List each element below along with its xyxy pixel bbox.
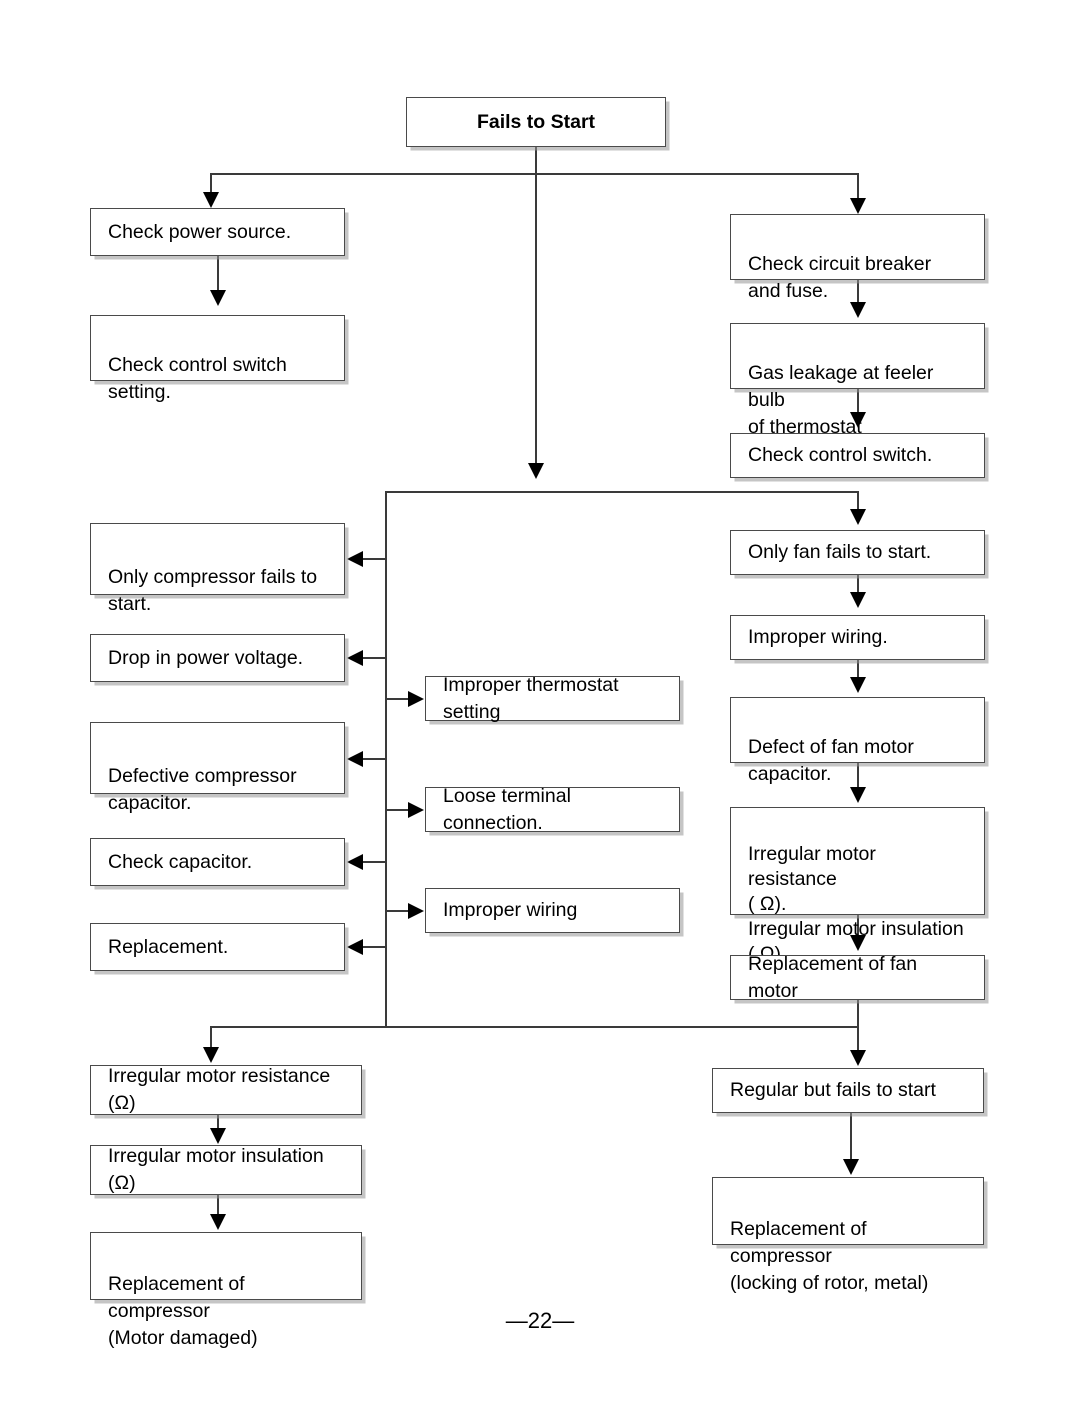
node-label: Irregular motor insulation (Ω) (108, 1145, 324, 1194)
node-irregular-motor-insulation[interactable]: Irregular motor insulation (Ω) (90, 1145, 362, 1195)
connector-regular-to-replacement-compressor (850, 1113, 852, 1161)
connector-trunk-to-improper-thermostat (386, 698, 410, 700)
node-check-circuit-breaker-and-fuse[interactable]: Check circuit breaker and fuse. (730, 214, 985, 302)
connector-trunk-to-defective-compressor (361, 758, 386, 760)
node-check-capacitor[interactable]: Check capacitor. (90, 838, 345, 886)
node-label: Drop in power voltage. (108, 646, 304, 669)
connector-bottom-rail-right-drop (857, 1026, 859, 1052)
node-replacement-of-fan-motor[interactable]: Replacement of fan motor (730, 953, 985, 1002)
connector-trunk-to-loose-terminal (386, 809, 410, 811)
node-label: Only compressor fails to start. (108, 566, 318, 615)
node-label: Improper wiring. (748, 626, 888, 648)
arrow-down-to-check-circuit-breaker (850, 198, 866, 214)
arrow-left-to-drop-in-power-voltage (347, 650, 363, 666)
node-fails-to-start[interactable]: Fails to Start (406, 97, 666, 147)
node-label: Improper wiring (443, 899, 578, 921)
connector-mid-rail (385, 491, 858, 493)
node-label: Irregular motor resistance (Ω) (108, 1065, 331, 1114)
connector-trunk-to-replacement (361, 946, 386, 948)
connector-trunk-to-check-capacitor (361, 861, 386, 863)
node-irregular-motor-resistance[interactable]: Irregular motor resistance (Ω) (90, 1065, 362, 1115)
node-defective-compressor-capacitor[interactable]: Defective compressor capacitor. (90, 722, 345, 814)
node-replacement-of-compressor-locking-rotor[interactable]: Replacement of compressor (locking of ro… (712, 1177, 984, 1294)
connector-trunk-to-drop-power-voltage (361, 657, 386, 659)
node-replacement-of-compressor-motor-damaged[interactable]: Replacement of compressor (Motor damaged… (90, 1232, 362, 1349)
arrow-down-to-replacement-of-compressor-rotor (843, 1159, 859, 1175)
node-label: Improper thermostat setting (443, 673, 619, 723)
arrow-down-center-to-mid-rail (528, 463, 544, 479)
connector-defect-fan-motor-to-irregular (857, 763, 859, 789)
arrow-down-to-irregular-motor-values (850, 787, 866, 803)
connector-power-source-to-control-switch (217, 256, 219, 292)
connector-trunk-to-only-compressor (361, 558, 386, 560)
arrow-down-to-check-control-switch-setting (210, 290, 226, 306)
node-label: Loose terminal connection. (443, 784, 571, 834)
node-label: Regular but fails to start (730, 1079, 936, 1101)
node-check-control-switch[interactable]: Check control switch. (730, 433, 985, 478)
arrow-down-to-replacement-of-compressor-motor (210, 1214, 226, 1230)
connector-center-stem (535, 173, 537, 466)
node-check-control-switch-setting[interactable]: Check control switch setting. (90, 315, 345, 403)
arrow-left-to-only-compressor-fails (347, 551, 363, 567)
arrow-left-to-replacement (347, 939, 363, 955)
arrow-right-to-improper-thermostat-setting (408, 691, 424, 707)
arrow-down-to-check-power-source (203, 192, 219, 208)
node-label: Check control switch. (748, 444, 933, 466)
connector-root-rail (210, 173, 858, 175)
node-label: Fails to Start (476, 110, 596, 133)
flowchart-page: Fails to Start Check power source. Check… (0, 0, 1080, 1405)
connector-trunk-to-improper-wiring (386, 910, 410, 912)
node-label: Defective compressor capacitor. (108, 765, 297, 814)
arrow-right-to-loose-terminal-connection (408, 802, 424, 818)
node-defect-of-fan-motor-capacitor[interactable]: Defect of fan motor capacitor. (730, 697, 985, 785)
node-label: Check circuit breaker and fuse. (748, 253, 932, 302)
node-irregular-motor-resistance-insulation-fan[interactable]: Irregular motor resistance ( Ω). Irregul… (730, 807, 985, 965)
page-number: —22— (505, 1308, 575, 1333)
connector-mid-rail-right-drop (857, 491, 859, 511)
arrow-right-to-improper-wiring (408, 903, 424, 919)
node-label: Check control switch setting. (108, 354, 287, 403)
node-label: Defect of fan motor capacitor. (748, 736, 914, 785)
node-label: Replacement. (108, 935, 229, 958)
node-only-fan-fails-to-start[interactable]: Only fan fails to start. (730, 530, 985, 575)
node-regular-but-fails-to-start[interactable]: Regular but fails to start (712, 1068, 984, 1113)
connector-bottom-rail (210, 1026, 858, 1028)
arrow-down-to-gas-leakage (850, 302, 866, 318)
node-label: Replacement of compressor (locking of ro… (730, 1218, 929, 1294)
connector-breaker-to-gas-leakage (857, 280, 859, 304)
arrow-left-to-defective-compressor-capacitor (347, 751, 363, 767)
arrow-down-to-regular-but-fails (850, 1050, 866, 1066)
node-only-compressor-fails-to-start[interactable]: Only compressor fails to start. (90, 523, 345, 615)
arrow-left-to-check-capacitor (347, 854, 363, 870)
arrow-down-to-irregular-motor-insulation (210, 1128, 226, 1144)
node-label: Check capacitor. (108, 850, 253, 873)
arrow-down-to-defect-of-fan-motor-capacitor (850, 677, 866, 693)
node-label: Check power source. (108, 220, 292, 243)
node-loose-terminal-connection[interactable]: Loose terminal connection. (425, 785, 680, 834)
connector-root-right-drop (857, 173, 859, 201)
node-check-power-source[interactable]: Check power source. (90, 208, 345, 256)
node-improper-wiring-compressor[interactable]: Improper wiring (425, 888, 680, 933)
node-drop-in-power-voltage[interactable]: Drop in power voltage. (90, 634, 345, 682)
node-label: Only fan fails to start. (748, 541, 932, 563)
node-replacement[interactable]: Replacement. (90, 923, 345, 971)
node-improper-thermostat-setting[interactable]: Improper thermostat setting (425, 674, 680, 723)
arrow-down-to-only-fan-fails (850, 509, 866, 525)
node-gas-leakage-at-feeler-bulb[interactable]: Gas leakage at feeler bulb of thermostat (730, 323, 985, 438)
arrow-down-to-improper-wiring-fan (850, 592, 866, 608)
node-label: Replacement of fan motor (748, 952, 918, 1002)
node-label: Gas leakage at feeler bulb of thermostat (748, 362, 934, 438)
arrow-down-to-irregular-motor-resistance (203, 1047, 219, 1063)
node-improper-wiring-fan[interactable]: Improper wiring. (730, 615, 985, 660)
